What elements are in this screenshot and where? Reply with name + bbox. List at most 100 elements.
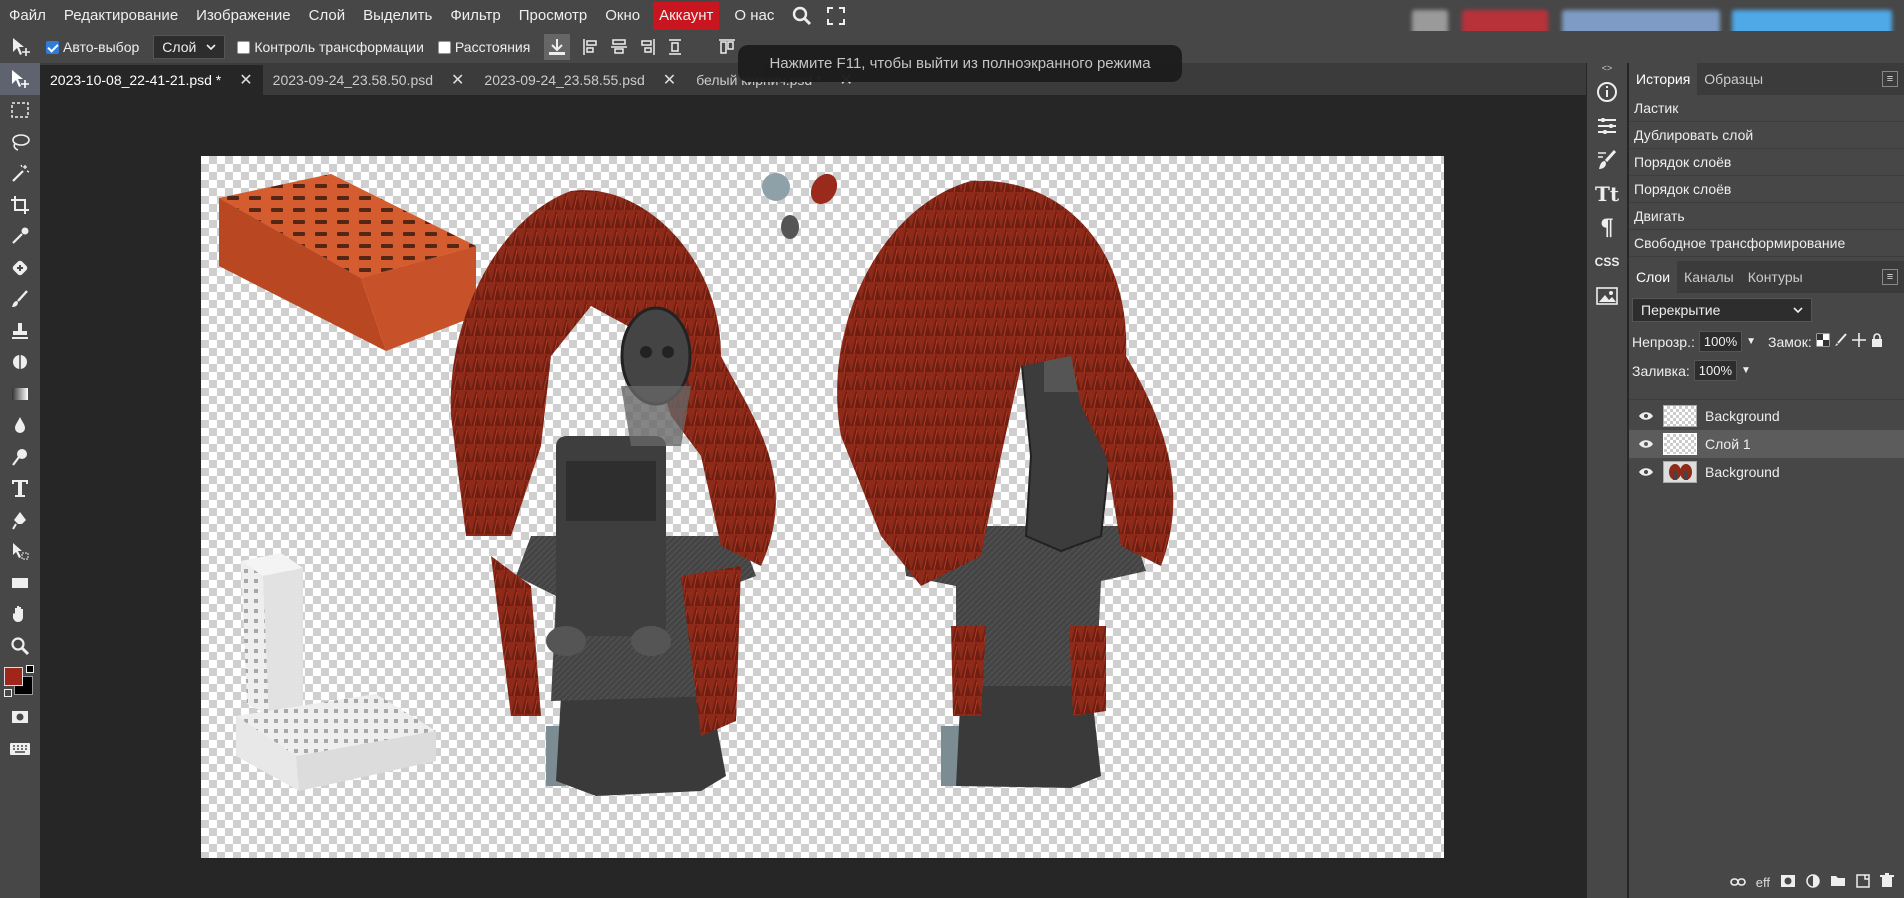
align-top-icon[interactable] — [714, 34, 740, 60]
brush-settings-icon[interactable] — [1587, 143, 1627, 177]
fill-input[interactable]: 100% — [1693, 360, 1738, 381]
auto-select-check[interactable] — [46, 40, 59, 54]
auto-select-checkbox[interactable]: Авто-выбор — [46, 39, 139, 55]
transform-controls-check[interactable] — [237, 40, 251, 54]
foreground-color-swatch[interactable] — [4, 666, 23, 686]
quick-mask-icon[interactable] — [0, 702, 40, 734]
layer-row[interactable]: Слой 1 — [1629, 430, 1904, 458]
lock-transparency-icon[interactable] — [1816, 333, 1830, 350]
default-colors-icon[interactable] — [4, 688, 12, 697]
menu-image[interactable]: Изображение — [187, 0, 300, 31]
collapse-arrows-icon[interactable]: <> — [1587, 63, 1627, 75]
blend-mode-dropdown[interactable]: Перекрытие — [1632, 298, 1812, 322]
align-right-icon[interactable] — [634, 34, 660, 60]
history-item[interactable]: Ластик — [1629, 95, 1904, 122]
lock-all-icon[interactable] — [1870, 333, 1884, 350]
crop-tool-icon[interactable] — [0, 189, 40, 221]
keyboard-icon[interactable] — [0, 733, 40, 765]
fill-dropdown-icon[interactable]: ▼ — [1741, 365, 1751, 376]
history-item[interactable]: Свободное трансформирование — [1629, 230, 1904, 257]
history-item[interactable]: Дублировать слой — [1629, 122, 1904, 149]
link-layers-icon[interactable] — [1729, 875, 1746, 890]
menu-view[interactable]: Просмотр — [510, 0, 597, 31]
opacity-dropdown-icon[interactable]: ▼ — [1746, 336, 1756, 347]
history-item[interactable]: Порядок слоёв — [1629, 149, 1904, 176]
tab-layers[interactable]: Слои — [1629, 261, 1678, 293]
layer-effects-button[interactable]: eff — [1756, 875, 1770, 890]
align-center-h-icon[interactable] — [606, 34, 632, 60]
new-group-icon[interactable] — [1830, 874, 1846, 890]
history-item[interactable]: Двигать — [1629, 203, 1904, 230]
panel-menu-icon[interactable]: ≡ — [1882, 71, 1898, 87]
move-tool-icon[interactable] — [0, 63, 40, 95]
zoom-tool-icon[interactable] — [0, 630, 40, 662]
close-icon[interactable]: ✕ — [239, 70, 252, 90]
css-icon[interactable]: CSS — [1587, 245, 1627, 279]
auto-select-target-dropdown[interactable]: Слой — [153, 35, 226, 59]
close-icon[interactable]: ✕ — [663, 70, 676, 90]
adjustment-layer-icon[interactable] — [1806, 873, 1820, 891]
tab-channels[interactable]: Каналы — [1677, 261, 1741, 293]
adjustments-icon[interactable] — [1587, 109, 1627, 143]
align-left-icon[interactable] — [578, 34, 604, 60]
menu-account[interactable]: Аккаунт — [653, 1, 720, 30]
menu-window[interactable]: Окно — [596, 0, 649, 31]
close-icon[interactable]: ✕ — [451, 70, 464, 90]
move-tool-preset-icon[interactable] — [8, 34, 34, 60]
layer-row[interactable]: Background — [1629, 402, 1904, 430]
document-tab[interactable]: 2023-10-08_22-41-21.psd * ✕ — [40, 65, 263, 95]
opacity-input[interactable]: 100% — [1698, 331, 1743, 352]
menu-about[interactable]: О нас — [725, 0, 783, 31]
eraser-tool-icon[interactable] — [0, 347, 40, 379]
pen-tool-icon[interactable] — [0, 504, 40, 536]
menu-file[interactable]: Файл — [0, 0, 55, 31]
tab-history[interactable]: История — [1629, 63, 1698, 95]
hand-tool-icon[interactable] — [0, 599, 40, 631]
path-selection-tool-icon[interactable] — [0, 536, 40, 568]
tab-samples[interactable]: Образцы — [1697, 63, 1770, 95]
menu-select[interactable]: Выделить — [354, 0, 441, 31]
lasso-tool-icon[interactable] — [0, 126, 40, 158]
lock-pixels-icon[interactable] — [1834, 333, 1848, 350]
search-icon[interactable] — [787, 0, 817, 31]
new-layer-icon[interactable] — [1856, 873, 1870, 891]
info-icon[interactable] — [1587, 75, 1627, 109]
marquee-tool-icon[interactable] — [0, 95, 40, 127]
eye-icon[interactable] — [1629, 467, 1663, 477]
blur-tool-icon[interactable] — [0, 410, 40, 442]
delete-layer-icon[interactable] — [1880, 873, 1894, 891]
type-tool-icon[interactable] — [0, 473, 40, 505]
document-tab[interactable]: 2023-09-24_23.58.55.psd ✕ — [474, 65, 686, 95]
clone-stamp-tool-icon[interactable] — [0, 315, 40, 347]
history-item[interactable]: Порядок слоёв — [1629, 176, 1904, 203]
brush-tool-icon[interactable] — [0, 284, 40, 316]
menu-filter[interactable]: Фильтр — [441, 0, 509, 31]
panel-menu-icon[interactable]: ≡ — [1882, 269, 1898, 285]
healing-brush-tool-icon[interactable] — [0, 252, 40, 284]
lock-position-icon[interactable] — [1851, 333, 1866, 350]
distances-checkbox[interactable]: Расстояния — [437, 39, 530, 55]
layer-mask-icon[interactable] — [1780, 874, 1796, 891]
distribute-icon[interactable] — [662, 34, 688, 60]
image-icon[interactable] — [1587, 279, 1627, 313]
eye-icon[interactable] — [1629, 411, 1663, 421]
rectangle-tool-icon[interactable] — [0, 567, 40, 599]
paragraph-icon[interactable]: ¶ — [1587, 211, 1627, 245]
document-canvas[interactable] — [201, 156, 1444, 858]
transform-controls-checkbox[interactable]: Контроль трансформации — [237, 39, 424, 55]
document-tab[interactable]: 2023-09-24_23.58.50.psd ✕ — [263, 65, 475, 95]
character-icon[interactable]: Tt — [1587, 177, 1627, 211]
distances-check[interactable] — [437, 40, 451, 54]
menu-layer[interactable]: Слой — [300, 0, 354, 31]
menu-edit[interactable]: Редактирование — [55, 0, 187, 31]
fullscreen-icon[interactable] — [821, 0, 851, 31]
layer-row[interactable]: Background — [1629, 458, 1904, 486]
magic-wand-tool-icon[interactable] — [0, 158, 40, 190]
eyedropper-tool-icon[interactable] — [0, 221, 40, 253]
swap-colors-icon[interactable] — [26, 664, 34, 673]
eye-icon[interactable] — [1629, 439, 1663, 449]
download-icon[interactable] — [544, 34, 571, 60]
dodge-tool-icon[interactable] — [0, 441, 40, 473]
tab-paths[interactable]: Контуры — [1741, 261, 1810, 293]
gradient-tool-icon[interactable] — [0, 378, 40, 410]
